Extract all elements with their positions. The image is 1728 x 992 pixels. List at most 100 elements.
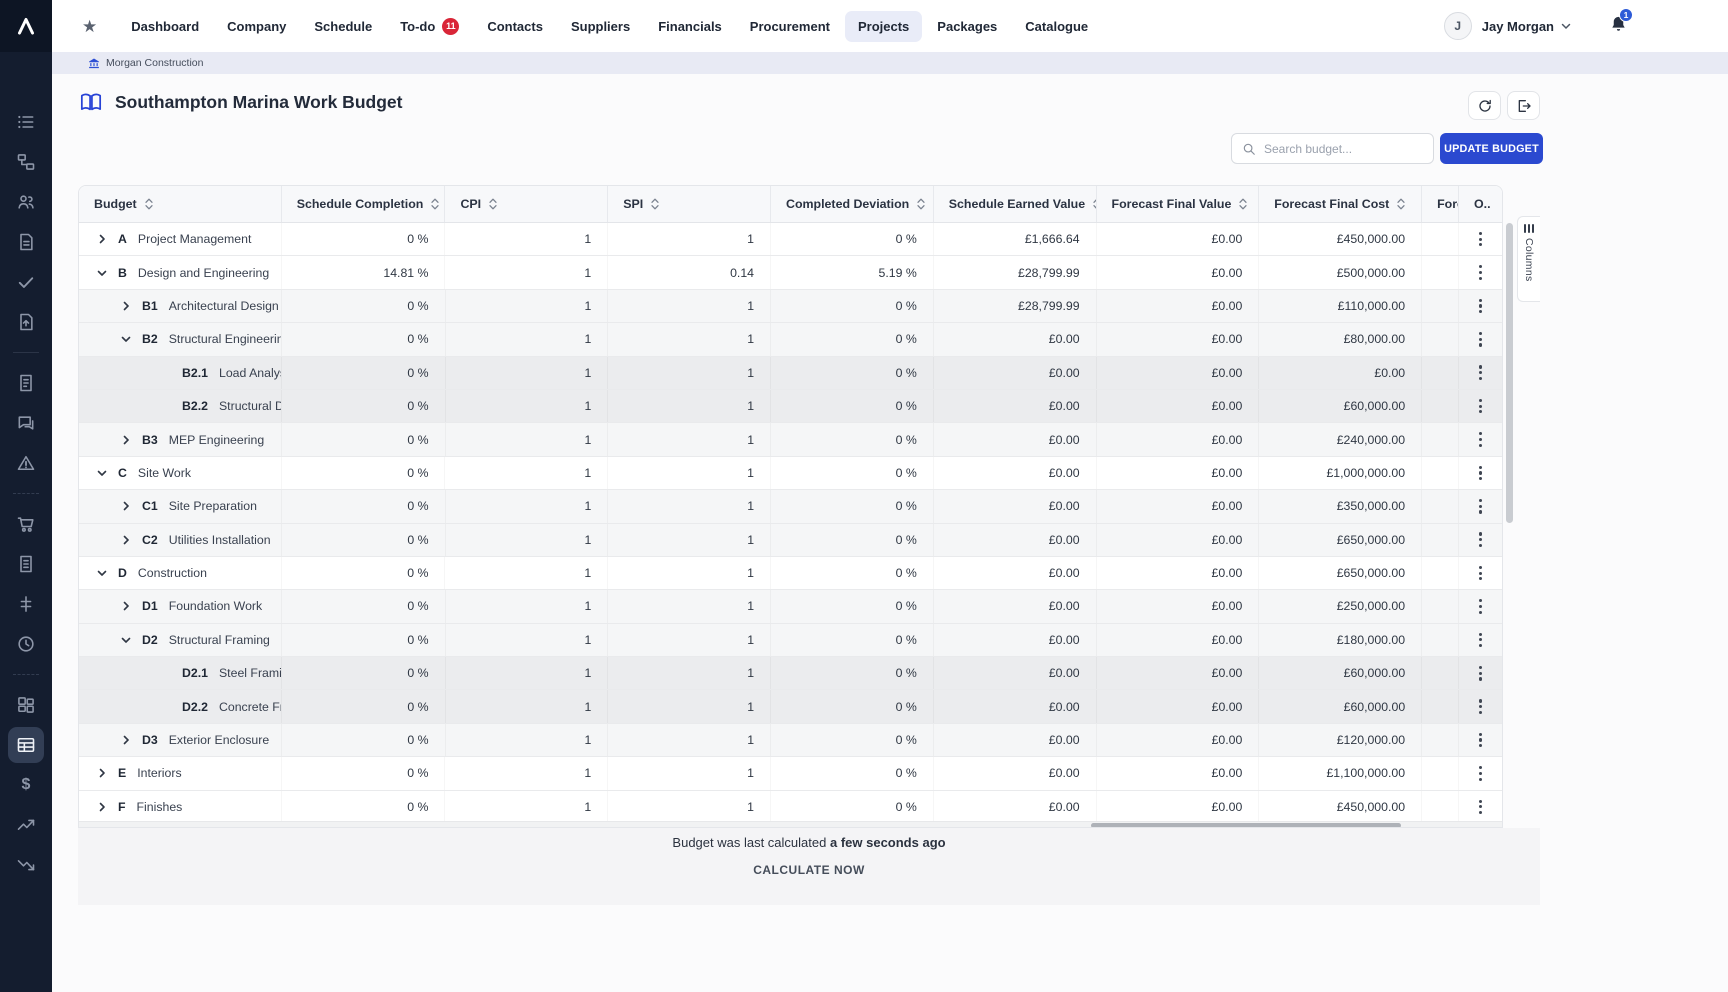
row-actions-kebab-icon[interactable]: [1459, 766, 1502, 781]
nav-item-suppliers[interactable]: Suppliers: [558, 11, 643, 42]
budget-row-d2[interactable]: D2Structural Framing0 %110 %£0.00£0.00£1…: [79, 624, 1502, 657]
sidebar-item-invoice-icon[interactable]: [8, 546, 44, 582]
collapse-chevron-icon[interactable]: [119, 332, 133, 346]
row-actions-kebab-icon[interactable]: [1459, 432, 1502, 447]
budget-row-d2-1[interactable]: D2.1Steel Framing0 %110 %£0.00£0.00£60,0…: [79, 657, 1502, 690]
budget-row-d3[interactable]: D3Exterior Enclosure0 %110 %£0.00£0.00£1…: [79, 724, 1502, 757]
collapse-chevron-icon[interactable]: [95, 566, 109, 580]
expand-chevron-icon[interactable]: [119, 599, 133, 613]
column-header-ffv[interactable]: Forecast Final Value: [1097, 186, 1260, 222]
nav-item-dashboard[interactable]: Dashboard: [118, 11, 212, 42]
nav-item-company[interactable]: Company: [214, 11, 299, 42]
column-header-sc[interactable]: Schedule Completion: [282, 186, 446, 222]
user-menu[interactable]: J Jay Morgan: [1444, 12, 1571, 40]
sidebar-item-list-icon[interactable]: [8, 104, 44, 140]
nav-item-catalogue[interactable]: Catalogue: [1012, 11, 1101, 42]
row-actions-kebab-icon[interactable]: [1459, 499, 1502, 514]
expand-chevron-icon[interactable]: [95, 766, 109, 780]
app-logo[interactable]: [0, 0, 52, 52]
sidebar-item-table-icon[interactable]: [8, 727, 44, 763]
refresh-button[interactable]: [1468, 91, 1501, 120]
budget-row-b[interactable]: BDesign and Engineering14.81 %10.145.19 …: [79, 256, 1502, 289]
nav-item-contacts[interactable]: Contacts: [474, 11, 556, 42]
column-header-cpi[interactable]: CPI: [445, 186, 608, 222]
sidebar-item-warning-icon[interactable]: [8, 445, 44, 481]
nav-item-schedule[interactable]: Schedule: [301, 11, 385, 42]
sidebar-item-clock-icon[interactable]: [8, 626, 44, 662]
column-header-ffc[interactable]: Forecast Final Cost: [1259, 186, 1422, 222]
collapse-chevron-icon[interactable]: [95, 466, 109, 480]
row-actions-kebab-icon[interactable]: [1459, 232, 1502, 247]
sidebar-item-trend-down-icon[interactable]: [8, 847, 44, 883]
budget-row-b2-1[interactable]: B2.1Load Analysis0 %110 %£0.00£0.00£0.00: [79, 357, 1502, 390]
row-actions-kebab-icon[interactable]: [1459, 566, 1502, 581]
budget-row-b2-2[interactable]: B2.2Structural Detai0 %110 %£0.00£0.00£6…: [79, 390, 1502, 423]
expand-chevron-icon[interactable]: [119, 533, 133, 547]
budget-row-a[interactable]: AProject Management0 %110 %£1,666.64£0.0…: [79, 223, 1502, 256]
row-actions-kebab-icon[interactable]: [1459, 399, 1502, 414]
row-actions-kebab-icon[interactable]: [1459, 666, 1502, 681]
favorite-star-icon[interactable]: ★: [82, 18, 97, 35]
budget-row-d[interactable]: DConstruction0 %110 %£0.00£0.00£650,000.…: [79, 557, 1502, 590]
nav-item-to-do[interactable]: To-do11: [387, 10, 472, 43]
vertical-scrollbar-thumb[interactable]: [1506, 223, 1513, 523]
budget-row-b1[interactable]: B1Architectural Design0 %110 %£28,799.99…: [79, 290, 1502, 323]
row-actions-kebab-icon[interactable]: [1459, 265, 1502, 280]
budget-row-d2-2[interactable]: D2.2Concrete Frami0 %110 %£0.00£0.00£60,…: [79, 690, 1502, 723]
budget-row-f[interactable]: FFinishes0 %110 %£0.00£0.00£450,000.00: [79, 791, 1502, 821]
column-header-sev[interactable]: Schedule Earned Value: [934, 186, 1097, 222]
column-header-spi[interactable]: SPI: [608, 186, 771, 222]
row-actions-kebab-icon[interactable]: [1459, 699, 1502, 714]
sidebar-item-document-icon[interactable]: [8, 224, 44, 260]
sidebar-item-trend-up-icon[interactable]: [8, 807, 44, 843]
expand-chevron-icon[interactable]: [95, 800, 109, 814]
budget-row-c2[interactable]: C2Utilities Installation0 %110 %£0.00£0.…: [79, 524, 1502, 557]
calculate-now-button[interactable]: CALCULATE NOW: [753, 863, 865, 877]
sidebar-item-dollar-icon[interactable]: $: [8, 767, 44, 803]
sidebar-item-hierarchy-icon[interactable]: [8, 144, 44, 180]
budget-row-e[interactable]: EInteriors0 %110 %£0.00£0.00£1,100,000.0…: [79, 757, 1502, 790]
expand-chevron-icon[interactable]: [119, 499, 133, 513]
row-actions-kebab-icon[interactable]: [1459, 599, 1502, 614]
row-actions-kebab-icon[interactable]: [1459, 299, 1502, 314]
columns-panel-toggle[interactable]: Columns: [1517, 216, 1540, 302]
nav-item-financials[interactable]: Financials: [645, 11, 735, 42]
row-actions-kebab-icon[interactable]: [1459, 466, 1502, 481]
sidebar-item-check-icon[interactable]: [8, 264, 44, 300]
budget-row-d1[interactable]: D1Foundation Work0 %110 %£0.00£0.00£250,…: [79, 590, 1502, 623]
sidebar-item-users-icon[interactable]: [8, 184, 44, 220]
row-actions-kebab-icon[interactable]: [1459, 332, 1502, 347]
notifications-bell[interactable]: 1: [1609, 14, 1628, 39]
sidebar-item-chat-icon[interactable]: [8, 405, 44, 441]
sidebar-item-file-upload-icon[interactable]: [8, 304, 44, 340]
collapse-chevron-icon[interactable]: [119, 633, 133, 647]
nav-item-projects[interactable]: Projects: [845, 11, 922, 42]
budget-name: Project Management: [138, 232, 251, 246]
collapse-chevron-icon[interactable]: [95, 266, 109, 280]
nav-item-procurement[interactable]: Procurement: [737, 11, 843, 42]
row-actions-kebab-icon[interactable]: [1459, 532, 1502, 547]
expand-chevron-icon[interactable]: [119, 299, 133, 313]
sidebar-item-note-icon[interactable]: [8, 365, 44, 401]
expand-chevron-icon[interactable]: [119, 433, 133, 447]
search-input[interactable]: [1264, 142, 1425, 156]
budget-row-b3[interactable]: B3MEP Engineering0 %110 %£0.00£0.00£240,…: [79, 423, 1502, 456]
budget-row-c1[interactable]: C1Site Preparation0 %110 %£0.00£0.00£350…: [79, 490, 1502, 523]
row-actions-kebab-icon[interactable]: [1459, 733, 1502, 748]
row-actions-kebab-icon[interactable]: [1459, 365, 1502, 380]
budget-row-c[interactable]: CSite Work0 %110 %£0.00£0.00£1,000,000.0…: [79, 457, 1502, 490]
sidebar-item-adjust-icon[interactable]: [8, 586, 44, 622]
expand-chevron-icon[interactable]: [119, 733, 133, 747]
update-budget-button[interactable]: UPDATE BUDGET: [1440, 133, 1543, 164]
breadcrumb[interactable]: Morgan Construction: [88, 57, 203, 69]
sidebar-item-grid-icon[interactable]: [8, 687, 44, 723]
row-actions-kebab-icon[interactable]: [1459, 633, 1502, 648]
column-header-cd[interactable]: Completed Deviation: [771, 186, 934, 222]
expand-chevron-icon[interactable]: [95, 232, 109, 246]
column-header-name[interactable]: Budget: [79, 186, 282, 222]
sidebar-item-cart-icon[interactable]: [8, 506, 44, 542]
budget-row-b2[interactable]: B2Structural Engineering0 %110 %£0.00£0.…: [79, 323, 1502, 356]
row-actions-kebab-icon[interactable]: [1459, 800, 1502, 815]
export-button[interactable]: [1507, 91, 1540, 120]
nav-item-packages[interactable]: Packages: [924, 11, 1010, 42]
